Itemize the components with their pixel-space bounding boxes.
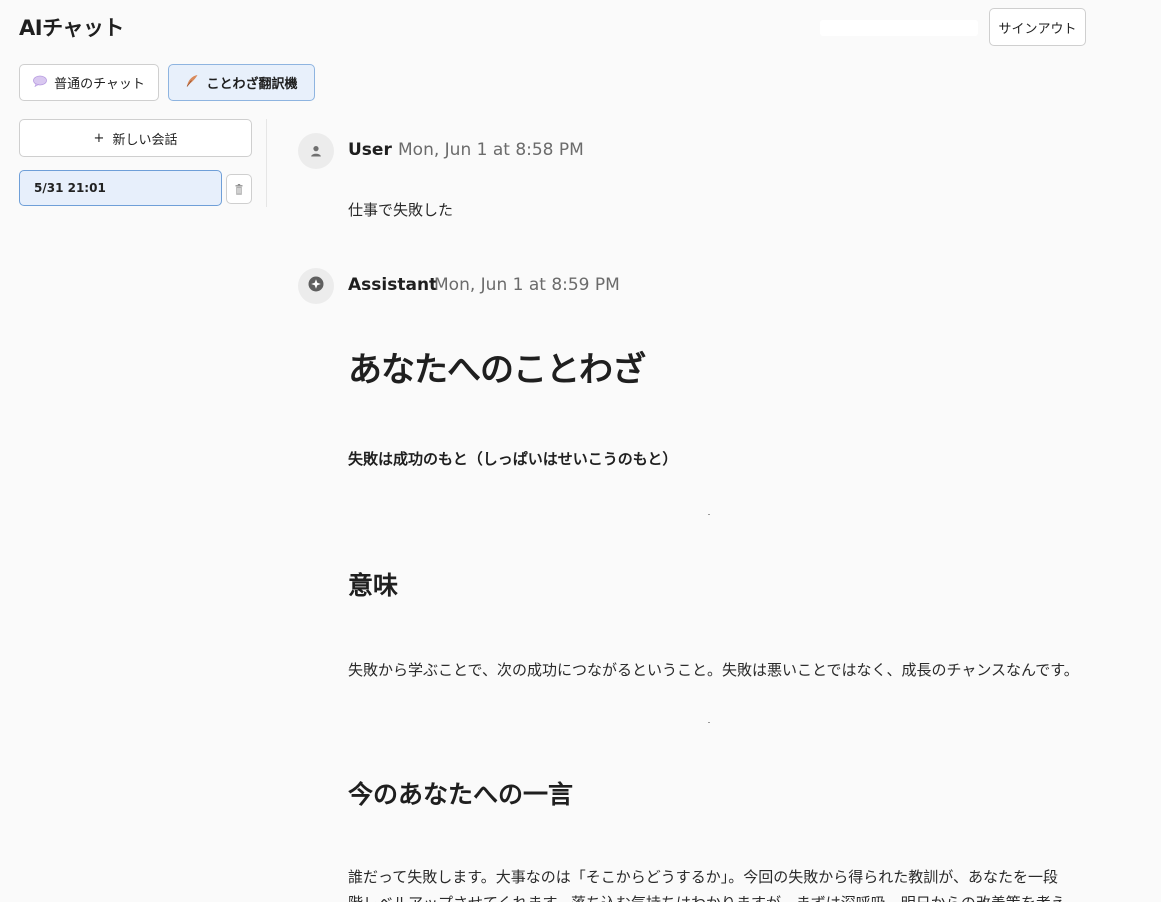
message-text: 仕事で失敗した: [348, 201, 454, 219]
new-chat-button[interactable]: + 新しい会話: [19, 119, 252, 157]
response-title: あなたへのことわざ: [348, 350, 646, 390]
proverb-text: 失敗は成功のもと（しっぱいはせいこうのもと）: [348, 450, 678, 468]
app-title: AIチャット: [19, 16, 124, 40]
assistant-badge-icon: [308, 276, 324, 296]
message-author: Assistant: [348, 275, 438, 295]
speech-bubble-icon: [33, 75, 47, 90]
mode-tab-label: 普通のチャット: [54, 77, 145, 92]
advice-text: 誰だって失敗します。大事なのは「そこからどうするか」。今回の失敗から得られた教訓…: [348, 868, 1066, 902]
mode-tab-normal-chat[interactable]: 普通のチャット: [19, 64, 159, 101]
message-timestamp: Mon, Jun 1 at 8:59 PM: [434, 275, 620, 295]
message-timestamp: Mon, Jun 1 at 8:58 PM: [398, 140, 584, 160]
message-author: User: [348, 140, 392, 160]
plus-icon: +: [93, 130, 105, 146]
person-icon: [310, 142, 322, 161]
advice-heading: 今のあなたへの一言: [348, 780, 574, 809]
horizontal-rule: [708, 722, 710, 723]
meaning-heading: 意味: [348, 571, 399, 600]
meaning-text: 失敗から学ぶことで、次の成功につながるということ。失敗は悪いことではなく、成長の…: [348, 661, 1079, 679]
user-avatar: [298, 133, 334, 169]
horizontal-rule: [708, 514, 710, 515]
feather-icon: [185, 74, 199, 91]
assistant-avatar: [298, 268, 334, 304]
app-root: AIチャット サインアウト 普通のチャット ことわざ翻訳機 + 新しい会話 5/…: [0, 0, 1161, 902]
mode-tab-label: ことわざ翻訳機: [206, 77, 298, 92]
signout-button[interactable]: サインアウト: [989, 8, 1086, 46]
new-chat-label: 新しい会話: [112, 132, 178, 148]
delete-conversation-button[interactable]: [226, 174, 252, 204]
conversation-item[interactable]: 5/31 21:01: [19, 170, 222, 206]
mode-tab-proverb-translator[interactable]: ことわざ翻訳機: [168, 64, 315, 101]
user-email-redacted: [820, 20, 978, 36]
trash-icon: [235, 180, 243, 199]
sidebar-divider: [266, 119, 267, 207]
